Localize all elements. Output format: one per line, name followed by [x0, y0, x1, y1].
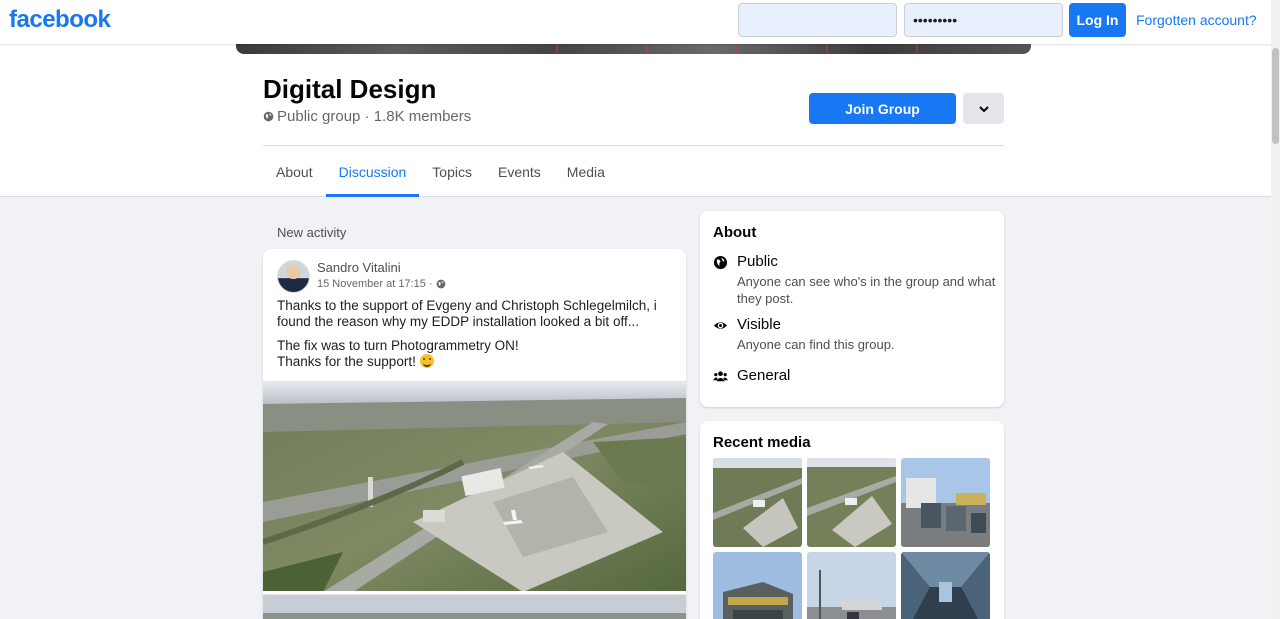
group-header: Digital Design Public group · 1.8K membe…	[0, 44, 1271, 197]
tab-about[interactable]: About	[263, 146, 326, 197]
globe-icon	[713, 255, 728, 270]
recent-media-card: Recent media	[700, 421, 1004, 619]
airport-aerial-photo	[263, 382, 686, 591]
smile-emoji-icon	[419, 354, 434, 368]
airport-thumbnail-image	[807, 458, 896, 547]
post-image-second[interactable]	[263, 594, 686, 619]
tab-media[interactable]: Media	[554, 146, 618, 197]
second-photo-preview	[263, 595, 686, 619]
page-scrollbar[interactable]	[1271, 0, 1280, 619]
media-thumbnail[interactable]	[713, 552, 802, 619]
join-group-button[interactable]: Join Group	[809, 93, 956, 124]
about-card: About Public Anyone can see who's in the…	[700, 211, 1004, 407]
about-heading: Public	[737, 253, 778, 270]
post-line: Thanks for the support!	[277, 354, 416, 369]
post-line: The fix was to turn Photogrammetry ON!	[277, 338, 519, 353]
about-heading: General	[737, 367, 791, 384]
top-navigation-bar: facebook Log In Forgotten account?	[0, 0, 1271, 44]
about-description: Anyone can see who's in the group and wh…	[737, 274, 996, 306]
post-image-airport-aerial[interactable]	[263, 381, 686, 591]
post-card: Sandro Vitalini 15 November at 17:15 · T…	[263, 249, 686, 619]
group-meta: Public group · 1.8K members	[263, 108, 471, 125]
media-thumbnail[interactable]	[901, 458, 990, 547]
about-heading: Visible	[737, 316, 781, 333]
tab-topics[interactable]: Topics	[419, 146, 485, 197]
tab-events[interactable]: Events	[485, 146, 554, 197]
password-input[interactable]	[904, 3, 1063, 37]
media-thumbnail[interactable]	[807, 458, 896, 547]
terminal-equipment-image	[901, 458, 990, 547]
email-input[interactable]	[738, 3, 897, 37]
log-in-button[interactable]: Log In	[1069, 3, 1126, 37]
recent-media-grid	[713, 458, 990, 619]
about-card-title: About	[713, 224, 757, 241]
group-tabs: About Discussion Topics Events Media	[263, 146, 618, 197]
about-description: Anyone can find this group.	[737, 337, 895, 352]
more-options-button[interactable]	[963, 93, 1004, 124]
media-thumbnail[interactable]	[713, 458, 802, 547]
post-line-with-emoji: Thanks for the support!	[277, 354, 677, 370]
group-title: Digital Design	[263, 74, 437, 104]
post-author[interactable]: Sandro Vitalini	[317, 260, 401, 275]
post-timestamp: 15 November at 17:15 ·	[317, 278, 446, 290]
media-thumbnail[interactable]	[807, 552, 896, 619]
recent-media-title: Recent media	[713, 434, 811, 451]
media-thumbnail[interactable]	[901, 552, 990, 619]
forgotten-account-link[interactable]: Forgotten account?	[1136, 12, 1257, 28]
apron-photo-image	[807, 552, 896, 619]
post-paragraph: Thanks to the support of Evgeny and Chri…	[277, 298, 657, 329]
facebook-logo[interactable]: facebook	[9, 6, 111, 34]
scrollbar-thumb[interactable]	[1272, 48, 1279, 144]
cover-photo-detail	[516, 44, 936, 54]
globe-icon	[436, 279, 445, 289]
new-activity-label: New activity	[277, 225, 347, 240]
globe-icon	[263, 111, 274, 122]
chevron-down-icon	[978, 105, 989, 112]
terminal-building-image	[713, 552, 802, 619]
tab-discussion[interactable]: Discussion	[325, 146, 420, 197]
post-body: Thanks to the support of Evgeny and Chri…	[277, 298, 677, 370]
people-icon	[713, 371, 728, 382]
post-time-text[interactable]: 15 November at 17:15 ·	[317, 278, 433, 290]
group-meta-text: Public group · 1.8K members	[277, 108, 472, 125]
group-cover-photo[interactable]	[236, 44, 1031, 54]
author-avatar[interactable]	[277, 260, 310, 293]
airport-thumbnail-image	[713, 458, 802, 547]
terminal-interior-image	[901, 552, 990, 619]
eye-icon	[713, 322, 728, 329]
